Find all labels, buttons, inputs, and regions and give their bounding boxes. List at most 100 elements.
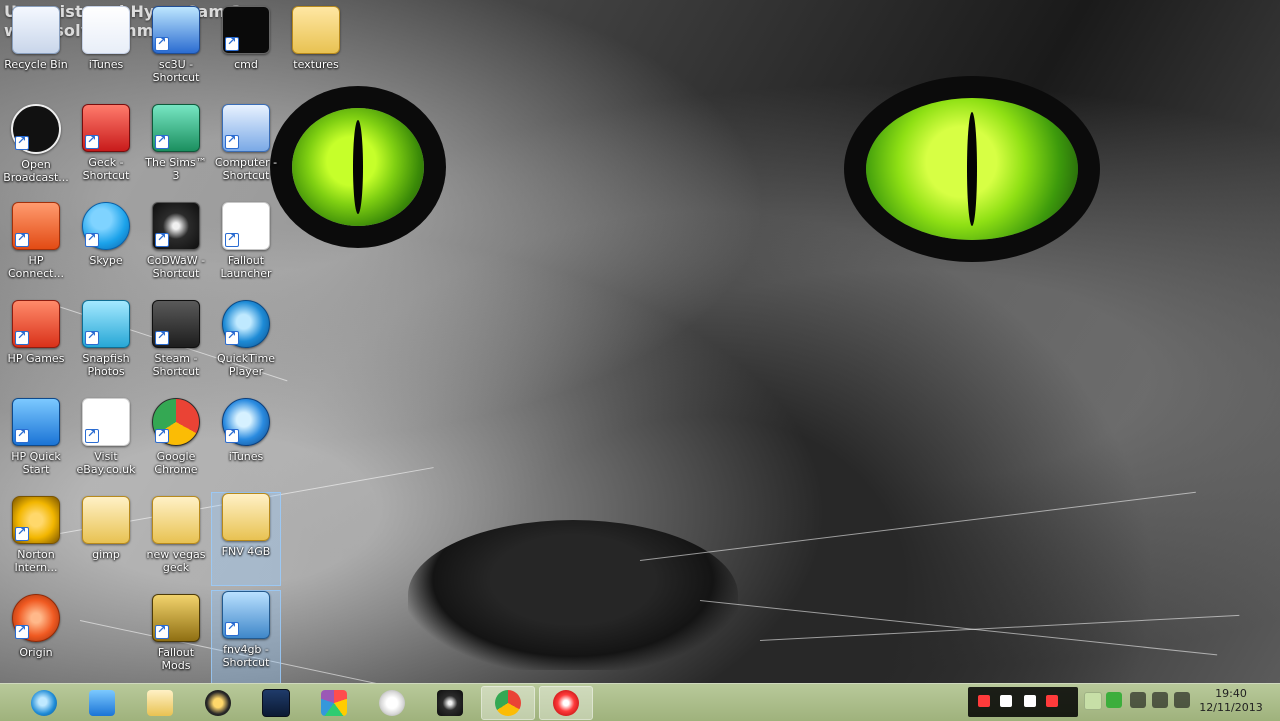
system-clock[interactable]: 19:40 12/11/2013 [1196, 687, 1266, 715]
shortcut-arrow-icon [15, 623, 29, 639]
desktop-icon-fnv-4gb-folder[interactable]: FNV 4GB [211, 492, 281, 586]
record-button[interactable] [978, 695, 990, 707]
norton-tray-icon[interactable] [1106, 692, 1122, 708]
desktop-icon-fallout-launcher[interactable]: Fallout Launcher [212, 202, 280, 294]
shortcut-arrow-icon [15, 427, 29, 443]
shortcut-arrow-icon [225, 231, 239, 247]
desktop-icon-itunes-top[interactable]: iTunes [72, 6, 140, 98]
rocket-icon [12, 398, 60, 446]
taskbar-ie-button[interactable] [18, 687, 70, 719]
shortcut-arrow-icon [85, 133, 99, 149]
shortcut-arrow-icon [85, 427, 99, 443]
shortcut-arrow-icon [155, 427, 169, 443]
desktop-icon-hp-connect[interactable]: HP Connect... [2, 202, 70, 294]
desktop-icon-skype[interactable]: Skype [72, 202, 140, 294]
pause-button[interactable] [1024, 695, 1036, 707]
chevron-up-icon[interactable] [1084, 692, 1102, 710]
desktop-icon-visit-ebay[interactable]: Visit eBay.co.uk [72, 398, 140, 490]
cmd-icon [222, 6, 270, 54]
shortcut-arrow-icon [225, 329, 239, 345]
shortcut-arrow-icon [155, 35, 169, 51]
rocket-icon [89, 690, 115, 716]
taskbar-file-explorer-button[interactable] [134, 687, 186, 719]
photos-icon [321, 690, 347, 716]
shortcut-arrow-icon [225, 35, 239, 51]
volume-icon[interactable] [1174, 692, 1190, 708]
toolbox-icon [82, 104, 130, 152]
desktop-icon-fallout-mods[interactable]: Fallout Mods [142, 594, 210, 686]
star-icon [437, 690, 463, 716]
shortcut-arrow-icon [225, 620, 239, 636]
desktop-icon-the-sims-3[interactable]: The Sims™ 3 [142, 104, 210, 196]
steam-icon [152, 300, 200, 348]
shortcut-arrow-icon [155, 623, 169, 639]
app-icon [262, 689, 290, 717]
taskbar-hp-quick-start-button[interactable] [76, 687, 128, 719]
desktop-icon-hp-games[interactable]: HP Games [2, 300, 70, 392]
close-button[interactable] [1046, 695, 1058, 707]
folder-icon [82, 496, 130, 544]
desktop-icon-gimp-folder[interactable]: gimp [72, 496, 140, 588]
desktop-icon-snapfish-photos[interactable]: Snapfish Photos [72, 300, 140, 392]
file-icon [222, 202, 270, 250]
record-icon [553, 690, 579, 716]
snapfish-icon [82, 300, 130, 348]
desktop-icon-computer-shortcut[interactable]: Computer - Shortcut [212, 104, 280, 196]
stop-button[interactable] [1000, 695, 1012, 707]
fur-line [639, 491, 1196, 561]
folder-icon [222, 493, 270, 541]
taskbar: 19:40 12/11/2013 [0, 683, 1280, 721]
desktop-icon-quicktime-player[interactable]: QuickTime Player [212, 300, 280, 392]
shortcut-arrow-icon [15, 329, 29, 345]
recycle-bin-icon [12, 6, 60, 54]
desktop-icon-norton-internet[interactable]: Norton Intern... [2, 496, 70, 588]
desktop-icon-hp-quick-start[interactable]: HP Quick Start [2, 398, 70, 490]
ebay-icon [82, 398, 130, 446]
cat-right-eye [866, 98, 1078, 240]
hp-icon [379, 690, 405, 716]
obs-icon [11, 104, 61, 154]
hp-games-icon [12, 300, 60, 348]
origin-icon [12, 594, 60, 642]
desktop-icon-new-vegas-geck-folder[interactable]: new vegas geck [142, 496, 210, 588]
desktop-icon-itunes[interactable]: iTunes [212, 398, 280, 490]
sc3u-icon [152, 6, 200, 54]
desktop-icon-sc3u-shortcut[interactable]: sc3U - Shortcut [142, 6, 210, 98]
desktop-icon-textures-folder[interactable]: textures [282, 6, 350, 98]
ie-icon [31, 690, 57, 716]
skype-icon [82, 202, 130, 250]
itunes-icon [82, 6, 130, 54]
hp-connect-icon [12, 202, 60, 250]
network-icon[interactable] [1152, 692, 1168, 708]
cat-nose-shape [408, 520, 738, 670]
taskbar-photos-button[interactable] [308, 687, 360, 719]
taskbar-codwaw-button[interactable] [424, 687, 476, 719]
taskbar-media-button[interactable] [192, 687, 244, 719]
shortcut-arrow-icon [85, 329, 99, 345]
desktop-icon-steam-shortcut[interactable]: Steam - Shortcut [142, 300, 210, 392]
vault-boy-icon [222, 591, 270, 639]
fallout-mods-icon [152, 594, 200, 642]
recording-controls [968, 687, 1078, 717]
chrome-icon [152, 398, 200, 446]
desktop-icon-codwaw-shortcut[interactable]: CoDWaW - Shortcut [142, 202, 210, 294]
folder-icon [292, 6, 340, 54]
desktop-icon-cmd[interactable]: cmd [212, 6, 280, 98]
quicktime-icon [222, 300, 270, 348]
battery-icon[interactable] [1130, 692, 1146, 708]
taskbar-chrome-button[interactable] [481, 686, 535, 720]
shortcut-arrow-icon [155, 133, 169, 149]
desktop-icon-google-chrome[interactable]: Google Chrome [142, 398, 210, 490]
computer-icon [222, 104, 270, 152]
desktop-icon-open-broadcaster[interactable]: Open Broadcast... [2, 104, 70, 196]
desktop-icon-geck-shortcut[interactable]: Geck - Shortcut [72, 104, 140, 196]
cat-pupil [353, 119, 363, 215]
taskbar-hp-button[interactable] [366, 687, 418, 719]
taskbar-recorder-button[interactable] [539, 686, 593, 720]
desktop-icon-origin[interactable]: Origin [2, 594, 70, 686]
taskbar-zbmc-button[interactable] [250, 687, 302, 719]
desktop-icon-fnv4gb-shortcut[interactable]: fnv4gb - Shortcut [211, 590, 281, 684]
sims-icon [152, 104, 200, 152]
desktop-icon-recycle-bin[interactable]: Recycle Bin [2, 6, 70, 98]
speaker-icon [205, 690, 231, 716]
